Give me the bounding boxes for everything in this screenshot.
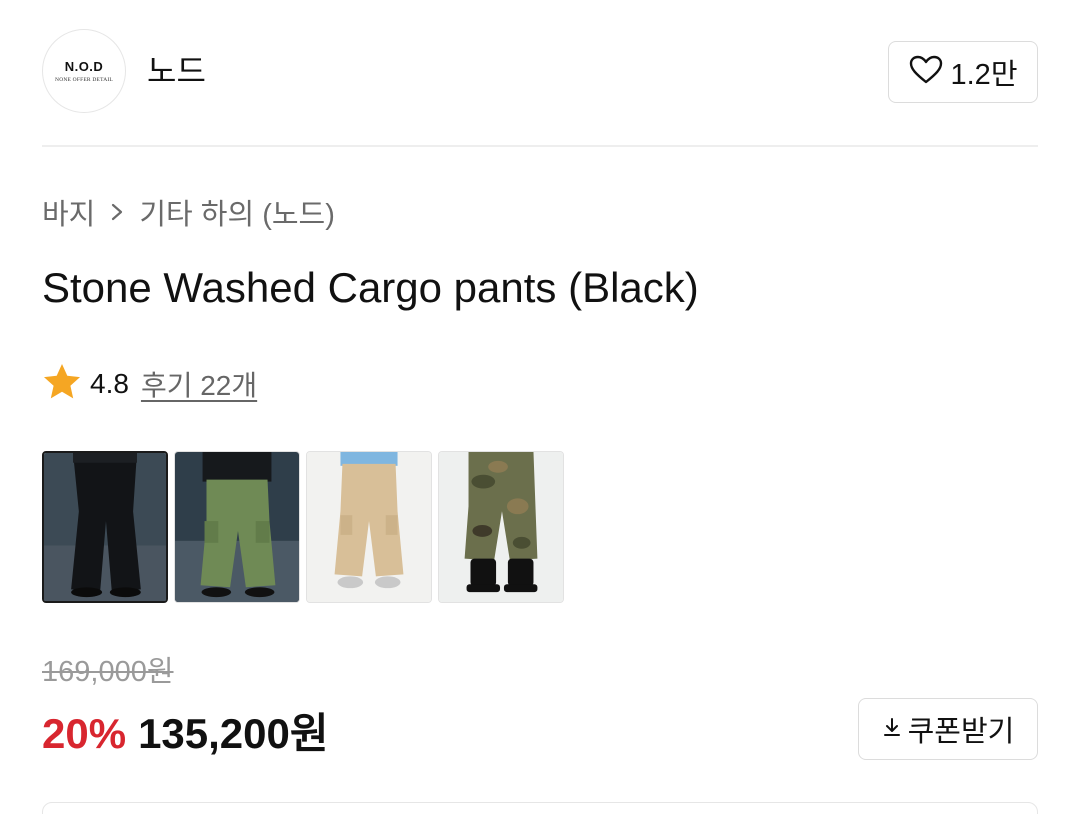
star-icon [42,362,82,407]
discount-rate: 20% [42,710,127,757]
breadcrumb-item-other-bottoms[interactable]: 기타 하의 (노드) [139,191,335,233]
heart-outline-icon [909,55,943,90]
thumbnail-camo[interactable] [438,451,564,603]
breadcrumb: 바지 기타 하의 (노드) [42,192,335,232]
breadcrumb-item-pants[interactable]: 바지 [42,191,95,233]
thumbnail-khaki[interactable] [174,451,300,603]
header-divider [42,145,1038,147]
like-button[interactable]: 1.2만 [888,41,1038,103]
brand-logo[interactable]: N.O.D NONE OFFER DETAIL [42,29,126,113]
coupon-label: 쿠폰받기 [907,716,1015,748]
chevron-right-icon [109,201,125,223]
like-count: 1.2만 [950,59,1018,91]
price-row: 20% 135,200원 [42,700,329,761]
sale-price: 135,200원 [138,710,329,757]
product-title: Stone Washed Cargo pants (Black) [42,264,699,311]
brand-logo-text: N.O.D [64,59,104,74]
product-rating: 4.8 후기 22개 [42,362,257,406]
brand-logo-subtext: NONE OFFER DETAIL [55,77,113,83]
original-price: 169,000원 [42,656,174,688]
download-icon [882,716,902,743]
thumbnail-black[interactable] [42,451,168,603]
product-thumbnails [42,451,564,603]
brand-name[interactable]: 노드 [147,51,206,91]
coupon-button[interactable]: 쿠폰받기 [858,698,1038,760]
brand-header: N.O.D NONE OFFER DETAIL 노드 1.2만 [42,29,1038,113]
review-count-link[interactable]: 후기 22개 [141,364,257,404]
next-section-box [42,802,1038,814]
thumbnail-beige[interactable] [306,451,432,603]
rating-value: 4.8 [90,368,129,399]
